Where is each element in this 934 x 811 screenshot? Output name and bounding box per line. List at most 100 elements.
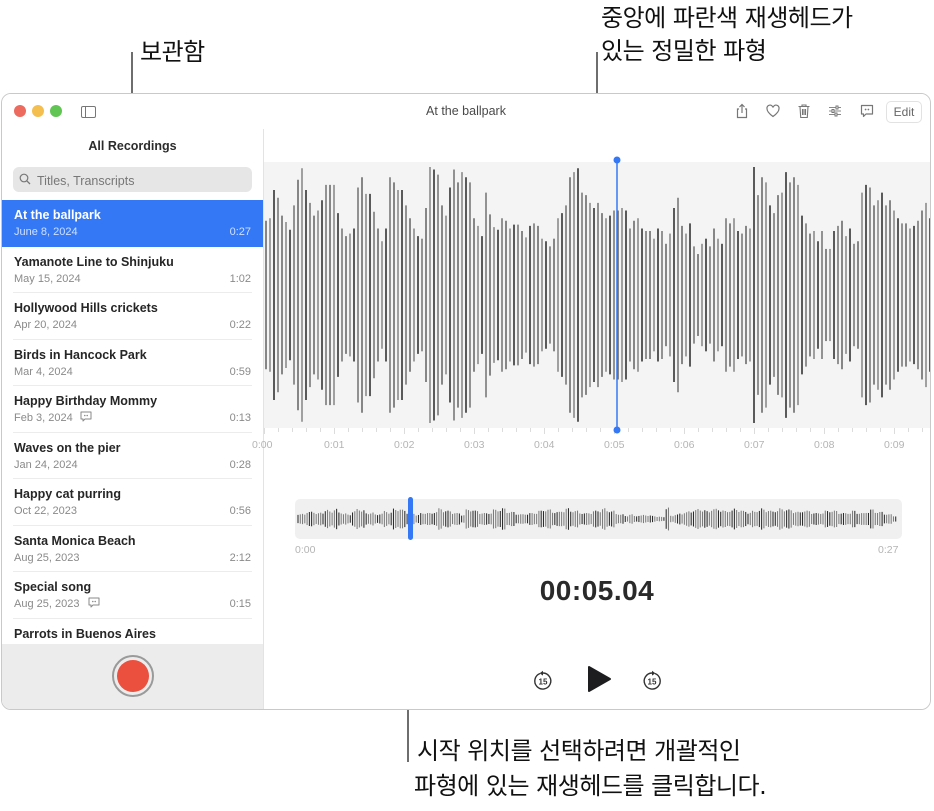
ruler-tick-label: 0:09 [884,439,905,451]
recording-title: Waves on the pier [14,440,121,455]
ruler-tick [418,428,419,432]
share-icon[interactable] [734,103,750,119]
ruler-tick [362,428,363,432]
recording-item[interactable]: Special song Aug 25, 2023 0:15 [2,572,263,619]
play-button[interactable] [586,665,612,693]
detailed-waveform[interactable] [264,162,930,428]
search-field[interactable] [13,167,252,194]
recording-item[interactable]: Happy cat purring Oct 22, 2023 0:56 [2,479,263,526]
recording-duration: 0:22 [229,319,251,331]
ruler-tick-label: 0:04 [534,439,555,451]
overview-playhead[interactable] [407,497,413,540]
recording-duration: 0:13 [229,412,251,424]
ruler-tick [740,428,741,432]
annotation-overview-line1: 시작 위치를 선택하려면 개괄적인 [417,737,741,765]
recording-title: Parrots in Buenos Aires [14,626,156,641]
transcript-icon [88,597,100,608]
recording-item[interactable]: Birds in Hancock Park Mar 4, 2024 0:59 [2,340,263,386]
trash-icon[interactable] [796,103,812,119]
search-icon [19,173,31,185]
ruler-tick [404,428,405,434]
ruler-tick [922,428,923,432]
recording-item[interactable]: Santa Monica Beach Aug 25, 2023 2:12 [2,526,263,572]
recording-duration: 0:27 [229,226,251,238]
overview-end-label: 0:27 [878,544,899,556]
detailed-waveform-bars [265,167,930,423]
ruler-tick [698,428,699,432]
ruler-tick [376,428,377,432]
ruler-tick [810,428,811,432]
ruler-tick [558,428,559,432]
sidebar: All Recordings At the ballpark June 8, 20… [2,129,264,709]
recording-title: At the ballpark [14,208,101,222]
recording-item[interactable]: Hollywood Hills crickets Apr 20, 2024 0:22 [2,293,263,340]
ruler-tick [278,428,279,432]
ruler-tick [306,428,307,432]
ruler-tick-label: 0:06 [674,439,695,451]
heart-icon[interactable] [765,103,781,119]
ruler-tick [530,428,531,432]
annotation-detailed-waveform-line1: 중앙에 파란색 재생헤드가 [601,4,853,32]
recording-date: Aug 25, 2023 [14,551,80,564]
transcript-icon[interactable] [859,103,875,119]
ruler-tick [880,428,881,432]
recording-item[interactable]: Waves on the pier Jan 24, 2024 0:28 [2,433,263,479]
recording-title: Yamanote Line to Shinjuku [14,254,174,269]
skip-back-15-icon: 15 [534,670,552,690]
title-bar: At the ballpark Edit [2,94,930,130]
recording-duration: 0:59 [229,365,251,378]
recording-date: Mar 4, 2024 [14,365,73,378]
record-button[interactable] [112,655,154,697]
skip-forward-label: 15 [648,678,657,687]
skip-forward-button[interactable]: 15 [641,670,663,692]
transcript-icon [80,411,92,422]
ruler-tick [908,428,909,432]
recording-duration: 0:15 [229,598,251,610]
ruler-tick-label: 0:08 [814,439,835,451]
ruler-tick [712,428,713,432]
play-icon [588,666,611,692]
ruler-tick [348,428,349,432]
recording-item[interactable]: At the ballpark June 8, 2024 0:27 [2,200,263,247]
ruler-tick [628,428,629,432]
recording-item[interactable]: Happy Birthday Mommy Feb 3, 2024 0:13 [2,386,263,433]
recording-date: May 15, 2024 [14,272,81,285]
time-ruler: 0:00 0:01 0:02 0:03 0:04 0:05 0:06 0:07 0:08 0:09 [252,428,930,458]
overview-start-label: 0:00 [295,544,316,556]
search-input[interactable] [35,167,249,194]
recording-item[interactable]: Yamanote Line to Shinjuku May 15, 2024 1:0… [2,247,263,293]
detailed-playhead[interactable] [611,155,623,435]
ruler-tick [726,428,727,432]
sidebar-heading: All Recordings [88,139,177,153]
voice-memos-window: At the ballpark Edit All Recordings Titl… [1,93,931,710]
overview-waveform[interactable] [295,499,902,539]
edit-button[interactable]: Edit [886,101,922,123]
annotation-detailed-waveform-line2: 있는 정밀한 파형 [601,37,767,65]
sidebar-footer [2,644,263,709]
recording-title: Santa Monica Beach [14,533,136,548]
ruler-tick [264,428,265,434]
ruler-tick [768,428,769,432]
ruler-tick [488,428,489,432]
ruler-tick [782,428,783,432]
recordings-list: At the ballpark June 8, 2024 0:27 Yamanote … [2,200,263,665]
ruler-tick [894,428,895,434]
recording-duration: 0:56 [229,505,251,517]
recording-date: Feb 3, 2024 [14,412,73,424]
ruler-tick [586,428,587,432]
ruler-tick [544,428,545,434]
ruler-tick [824,428,825,434]
ruler-tick [866,428,867,432]
ruler-tick [390,428,391,432]
ruler-tick [642,428,643,432]
sliders-icon[interactable] [827,103,843,119]
ruler-tick [446,428,447,432]
ruler-tick [796,428,797,432]
ruler-tick [670,428,671,432]
playhead-top-knob [613,156,621,164]
skip-back-button[interactable]: 15 [532,670,554,692]
ruler-tick [754,428,755,434]
ruler-tick-label: 0:00 [252,439,273,451]
ruler-tick [838,428,839,432]
ruler-tick [320,428,321,432]
